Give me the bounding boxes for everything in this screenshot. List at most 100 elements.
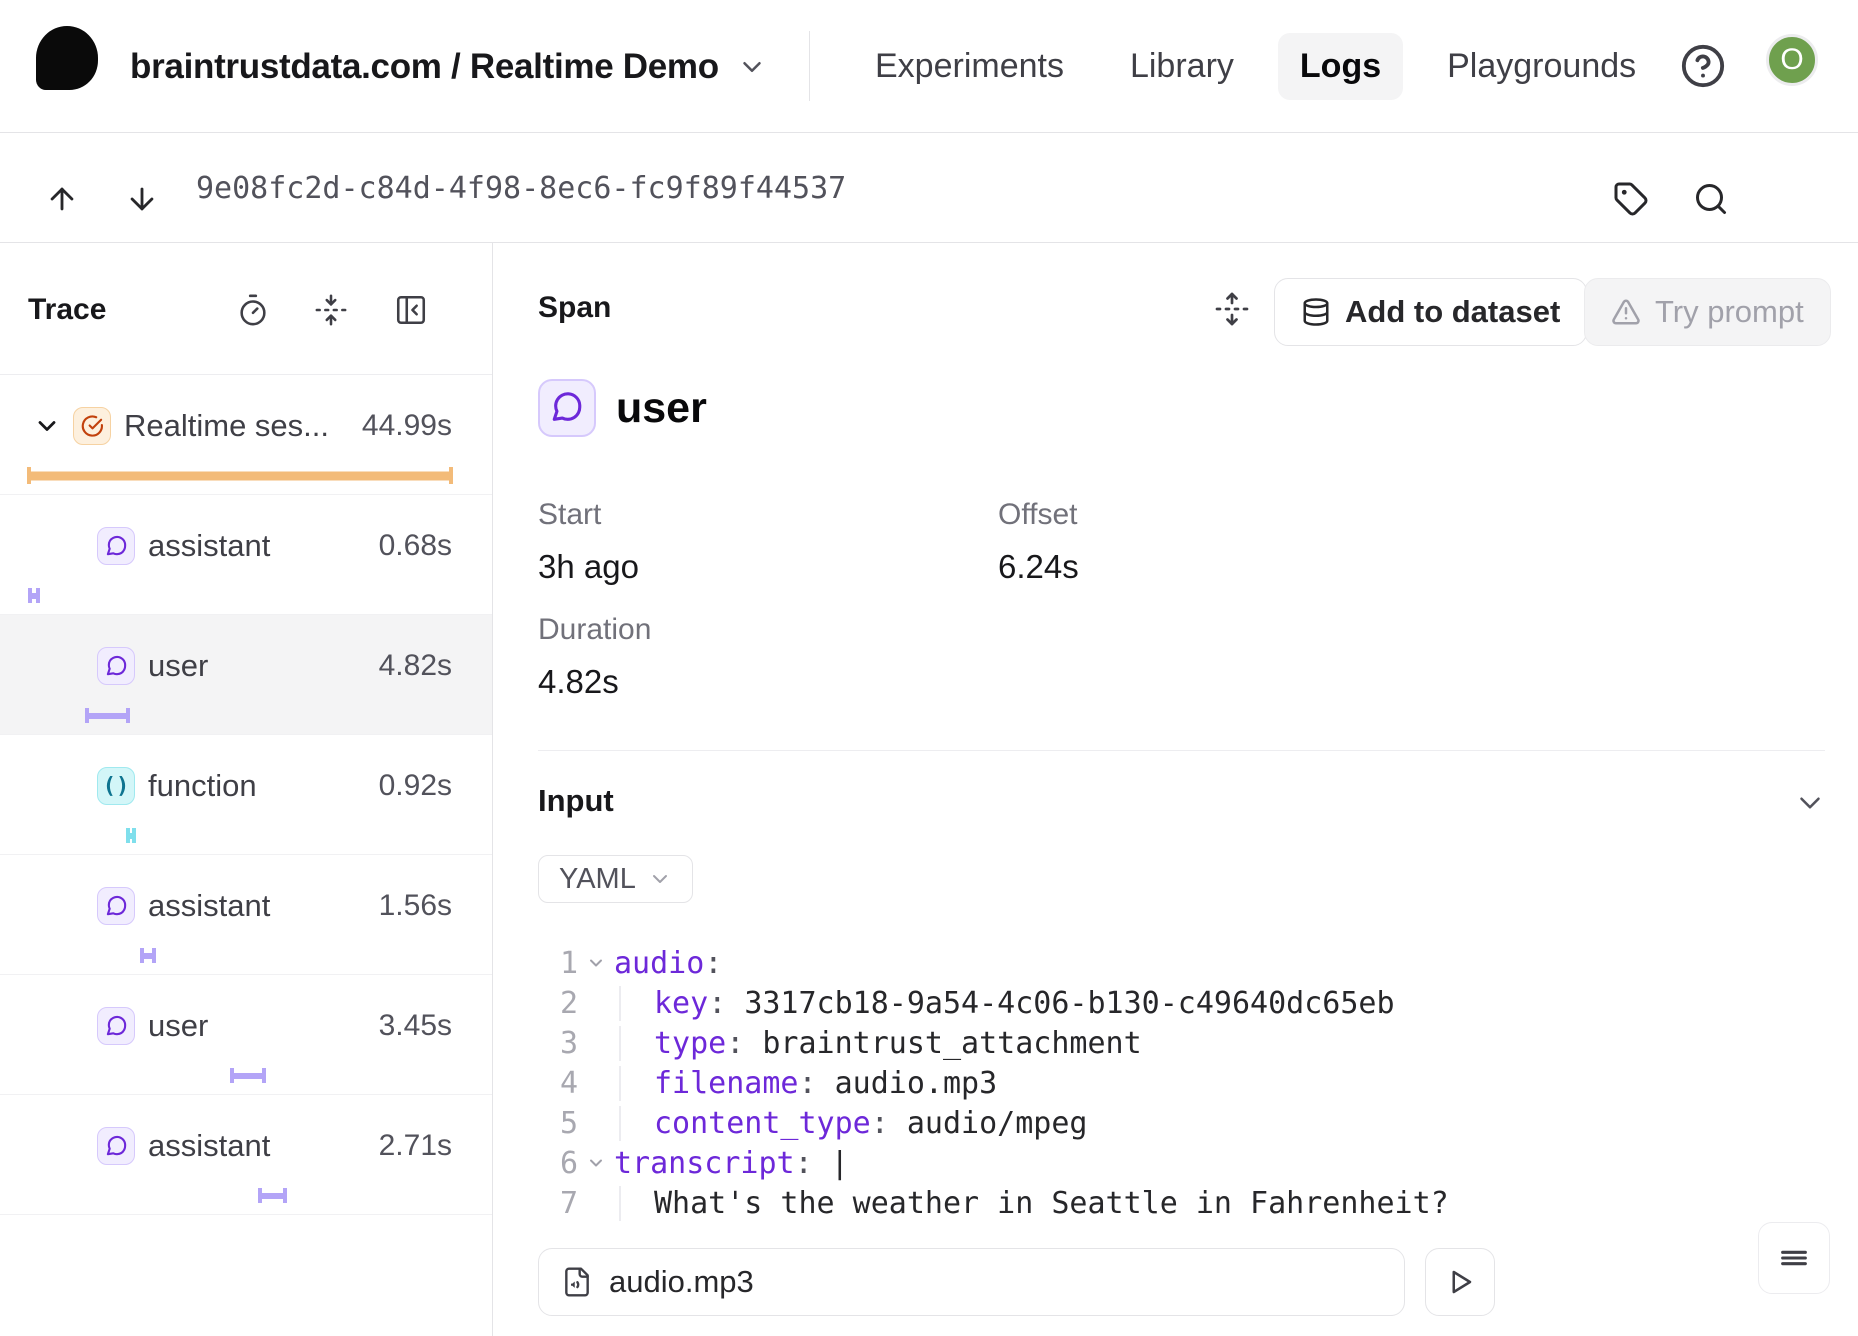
add-to-dataset-label: Add to dataset	[1345, 294, 1560, 330]
unfold-vertical-icon[interactable]	[1206, 283, 1258, 335]
nav-item-experiments[interactable]: Experiments	[853, 33, 1086, 100]
span-name: user	[616, 379, 707, 437]
line-number: 2	[534, 986, 578, 1021]
navbar-divider	[809, 31, 810, 101]
span-duration: 4.82s	[379, 649, 452, 683]
line-number: 7	[534, 1186, 578, 1221]
database-icon	[1301, 297, 1331, 327]
line-number: 6	[534, 1146, 578, 1181]
panel-left-icon[interactable]	[392, 291, 430, 329]
trace-id: 9e08fc2d-c84d-4f98-8ec6-fc9f89f44537	[196, 133, 846, 243]
trace-toolbar: 9e08fc2d-c84d-4f98-8ec6-fc9f89f44537	[0, 133, 1858, 243]
trace-span-row-assistant-2[interactable]: assistant 1.56s	[0, 855, 492, 975]
timeline-bar	[126, 828, 136, 843]
chevron-down-icon	[648, 867, 672, 891]
code-line: 6 transcript: |	[534, 1143, 1824, 1183]
add-to-dataset-button[interactable]: Add to dataset	[1274, 278, 1587, 346]
start-label: Start	[538, 498, 601, 532]
audio-attachment-chip[interactable]: audio.mp3	[538, 1248, 1405, 1316]
top-navbar: braintrustdata.com / Realtime Demo Exper…	[0, 0, 1858, 133]
chevron-down-icon	[737, 52, 767, 82]
code-line: 5 content_type: audio/mpeg	[534, 1103, 1824, 1143]
function-parens-icon: ()	[97, 767, 135, 805]
span-label: function	[148, 768, 257, 804]
nav-item-playgrounds[interactable]: Playgrounds	[1425, 33, 1658, 100]
line-number: 3	[534, 1026, 578, 1061]
trace-header: Trace	[0, 243, 492, 375]
trace-span-row-user-2[interactable]: user 3.45s	[0, 975, 492, 1095]
braintrust-app: braintrustdata.com / Realtime Demo Exper…	[0, 0, 1858, 1336]
offset-value: 6.24s	[998, 548, 1079, 586]
speech-bubble-icon	[538, 379, 596, 437]
search-icon[interactable]	[1685, 173, 1737, 225]
tag-icon[interactable]	[1605, 173, 1657, 225]
timeline-bar	[27, 467, 453, 484]
next-trace-button[interactable]	[116, 173, 168, 225]
code-line: 7 What's the weather in Seattle in Fahre…	[534, 1183, 1824, 1223]
trace-span-row-assistant-3[interactable]: assistant 2.71s	[0, 1095, 492, 1215]
speech-bubble-icon	[97, 1007, 135, 1045]
span-duration: 0.68s	[379, 529, 452, 563]
attachment-filename: audio.mp3	[609, 1264, 754, 1300]
trace-span-row-realtime-session[interactable]: Realtime ses... 44.99s	[0, 375, 492, 495]
timeline-bar	[230, 1068, 266, 1083]
nav-items: Experiments Library Logs Playgrounds	[853, 0, 1658, 133]
span-label: user	[148, 1008, 208, 1044]
trace-span-row-function[interactable]: () function 0.92s	[0, 735, 492, 855]
fold-vertical-icon[interactable]	[312, 291, 350, 329]
timeline-bar	[85, 708, 130, 723]
project-switcher[interactable]: braintrustdata.com / Realtime Demo	[130, 0, 767, 133]
prev-trace-button[interactable]	[36, 173, 88, 225]
nav-item-logs[interactable]: Logs	[1278, 33, 1403, 100]
span-duration: 1.56s	[379, 889, 452, 923]
input-section-title: Input	[538, 783, 614, 819]
project-title: braintrustdata.com / Realtime Demo	[130, 47, 719, 87]
yaml-code-viewer: 1 audio: 2 key: 3317cb18-9a54-4c06-b130-…	[534, 943, 1824, 1223]
hamburger-menu-icon[interactable]	[1758, 1222, 1830, 1294]
code-line: 4 filename: audio.mp3	[534, 1063, 1824, 1103]
span-duration: 44.99s	[362, 409, 452, 443]
avatar[interactable]: O	[1766, 34, 1818, 86]
warning-triangle-icon	[1611, 297, 1641, 327]
collapse-chevron-icon[interactable]	[578, 953, 614, 973]
braintrust-logo[interactable]	[36, 26, 98, 90]
span-duration: 0.92s	[379, 769, 452, 803]
code-line: 3 type: braintrust_attachment	[534, 1023, 1824, 1063]
timeline-bar	[258, 1188, 287, 1203]
span-label: user	[148, 648, 208, 684]
duration-value: 4.82s	[538, 663, 619, 701]
chevron-down-icon[interactable]	[33, 412, 61, 440]
timer-icon[interactable]	[234, 291, 272, 329]
line-number: 1	[534, 946, 578, 981]
format-selector[interactable]: YAML	[538, 855, 693, 903]
span-label: Realtime ses...	[124, 408, 329, 444]
timeline-bar	[140, 948, 156, 963]
span-label: assistant	[148, 1128, 270, 1164]
trace-sidebar: Trace Realtime ses... 44.99s	[0, 243, 493, 1336]
code-line: 1 audio:	[534, 943, 1824, 983]
help-icon[interactable]	[1673, 36, 1733, 96]
span-duration: 2.71s	[379, 1129, 452, 1163]
play-audio-button[interactable]	[1425, 1248, 1495, 1316]
speech-bubble-icon	[97, 1127, 135, 1165]
nav-item-library[interactable]: Library	[1108, 33, 1256, 100]
span-duration: 3.45s	[379, 1009, 452, 1043]
collapse-chevron-icon[interactable]	[578, 1153, 614, 1173]
speech-bubble-icon	[97, 647, 135, 685]
section-divider	[538, 750, 1825, 751]
start-value: 3h ago	[538, 548, 639, 586]
collapse-section-icon[interactable]	[1790, 783, 1830, 823]
span-panel: Span Add to dataset Try prompt user Star…	[494, 243, 1858, 1336]
span-panel-title: Span	[538, 291, 611, 325]
speech-bubble-icon	[97, 887, 135, 925]
speech-bubble-icon	[97, 527, 135, 565]
format-selector-value: YAML	[559, 863, 636, 896]
try-prompt-button[interactable]: Try prompt	[1584, 278, 1831, 346]
line-number: 5	[534, 1106, 578, 1141]
trace-title: Trace	[28, 293, 106, 327]
try-prompt-label: Try prompt	[1655, 294, 1804, 330]
trace-span-row-user-1[interactable]: user 4.82s	[0, 615, 492, 735]
circle-check-icon	[73, 407, 111, 445]
line-number: 4	[534, 1066, 578, 1101]
trace-span-row-assistant-1[interactable]: assistant 0.68s	[0, 495, 492, 615]
